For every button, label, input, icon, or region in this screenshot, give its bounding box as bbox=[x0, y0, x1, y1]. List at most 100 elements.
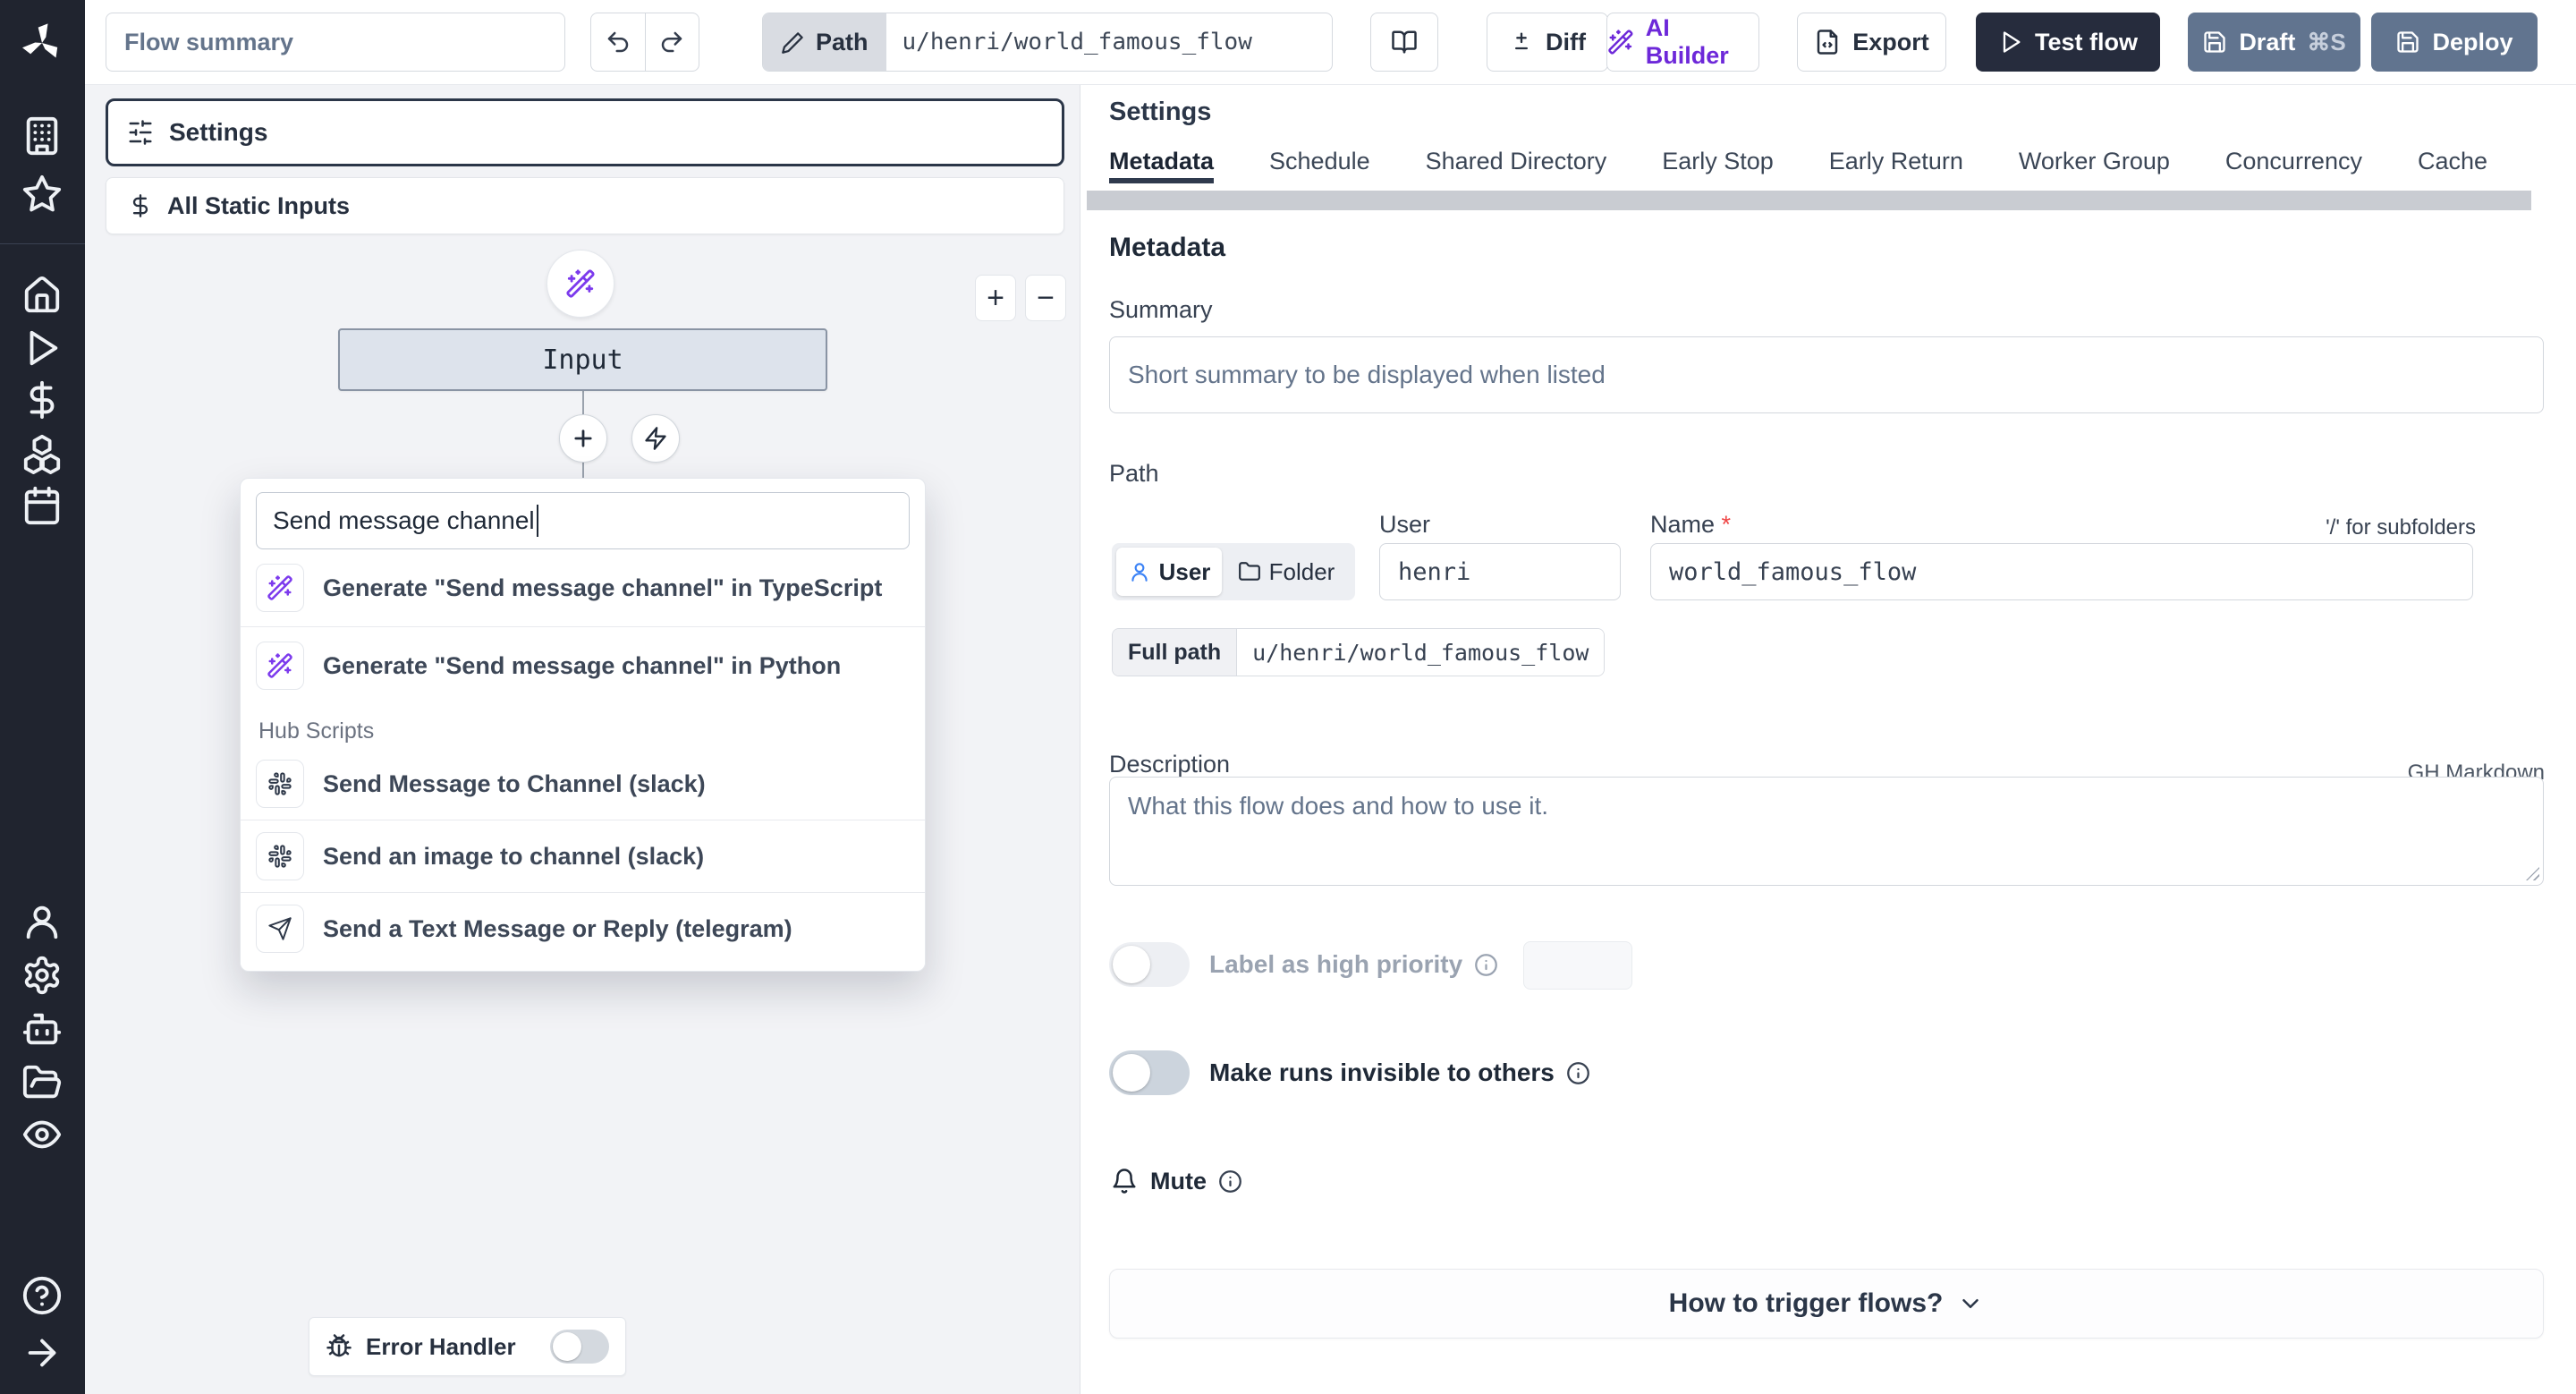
runs-play-icon[interactable] bbox=[21, 327, 63, 369]
resources-boxes-icon[interactable] bbox=[21, 433, 63, 474]
wand-icon bbox=[256, 564, 304, 612]
docs-button[interactable] bbox=[1370, 13, 1438, 72]
info-icon[interactable] bbox=[1566, 1061, 1590, 1085]
tab-concurrency[interactable]: Concurrency bbox=[2225, 139, 2362, 183]
summary-label: Summary bbox=[1109, 296, 1213, 323]
tab-metadata[interactable]: Metadata bbox=[1109, 139, 1215, 183]
how-to-trigger-flows-button[interactable]: How to trigger flows? bbox=[1109, 1269, 2544, 1339]
redo-button[interactable] bbox=[646, 13, 699, 71]
workers-bot-icon[interactable] bbox=[21, 1008, 63, 1050]
input-node[interactable]: Input bbox=[338, 328, 827, 391]
owner-kind-toggle: User Folder bbox=[1112, 543, 1355, 600]
result-label: Send an image to channel (slack) bbox=[323, 842, 705, 870]
diff-icon bbox=[1515, 32, 1528, 50]
description-label: Description bbox=[1109, 751, 1231, 778]
add-step-button[interactable] bbox=[559, 414, 607, 463]
plus-icon bbox=[574, 429, 592, 447]
error-handler-node[interactable]: Error Handler bbox=[309, 1317, 626, 1376]
draft-label: Draft bbox=[2239, 28, 2296, 55]
result-label: Generate "Send message channel" in Pytho… bbox=[323, 651, 842, 679]
user-input[interactable] bbox=[1379, 543, 1621, 600]
invisible-runs-toggle[interactable] bbox=[1109, 1050, 1190, 1095]
info-icon[interactable] bbox=[1474, 953, 1498, 977]
result-slack-send-message[interactable]: Send Message to Channel (slack) bbox=[241, 748, 925, 820]
folders-icon[interactable] bbox=[21, 1062, 63, 1103]
full-path-label: Full path bbox=[1113, 629, 1238, 676]
zoom-in-button[interactable]: + bbox=[975, 275, 1016, 321]
tabs-scrollbar[interactable] bbox=[1087, 191, 2531, 210]
high-priority-row: Label as high priority bbox=[1109, 942, 1498, 987]
tab-early-return[interactable]: Early Return bbox=[1829, 139, 1963, 183]
tab-early-stop[interactable]: Early Stop bbox=[1662, 139, 1774, 183]
users-icon[interactable] bbox=[21, 901, 63, 942]
add-trigger-button[interactable] bbox=[631, 414, 680, 463]
step-picker-dropdown: Send message channel Generate "Send mess… bbox=[240, 478, 926, 972]
flow-settings-button[interactable]: Settings bbox=[106, 98, 1064, 166]
description-textarea[interactable] bbox=[1109, 777, 2544, 886]
dollar-icon bbox=[132, 194, 148, 217]
path-value-input[interactable]: u/henri/world_famous_flow bbox=[886, 13, 1332, 71]
slack-icon bbox=[256, 760, 304, 808]
result-slack-send-image[interactable]: Send an image to channel (slack) bbox=[241, 820, 925, 892]
favorites-star-icon[interactable] bbox=[21, 174, 63, 215]
flow-summary-input[interactable] bbox=[106, 13, 565, 72]
error-handler-toggle[interactable] bbox=[550, 1330, 609, 1364]
wand-sparkles-icon bbox=[566, 269, 595, 298]
tab-schedule[interactable]: Schedule bbox=[1269, 139, 1370, 183]
owner-kind-folder-label: Folder bbox=[1268, 557, 1335, 585]
sliders-icon bbox=[129, 120, 152, 145]
home-icon[interactable] bbox=[21, 275, 63, 316]
info-icon[interactable] bbox=[1218, 1169, 1242, 1194]
redo-icon bbox=[662, 31, 682, 53]
test-flow-button[interactable]: Test flow bbox=[1976, 13, 2160, 72]
result-generate-typescript[interactable]: Generate "Send message channel" in TypeS… bbox=[241, 549, 925, 626]
windmill-logo-icon[interactable] bbox=[19, 20, 65, 66]
book-open-icon bbox=[1392, 30, 1417, 54]
mute-label: Mute bbox=[1150, 1167, 1207, 1194]
audit-eye-icon[interactable] bbox=[21, 1114, 63, 1155]
expand-sidebar-arrow-icon[interactable] bbox=[21, 1332, 63, 1373]
edit-path-button[interactable]: Path bbox=[763, 13, 886, 71]
name-input[interactable] bbox=[1650, 543, 2473, 600]
sidebar bbox=[0, 0, 85, 1394]
zoom-out-button[interactable]: − bbox=[1025, 275, 1066, 321]
name-label: Name * bbox=[1650, 511, 1732, 538]
result-generate-python[interactable]: Generate "Send message channel" in Pytho… bbox=[241, 627, 925, 704]
export-button[interactable]: Export bbox=[1797, 13, 1946, 72]
summary-input[interactable] bbox=[1109, 336, 2544, 413]
priority-value-input[interactable] bbox=[1523, 941, 1632, 990]
help-icon[interactable] bbox=[21, 1275, 63, 1316]
full-path-value: u/henri/world_famous_flow bbox=[1237, 629, 1605, 676]
hub-scripts-section-label: Hub Scripts bbox=[258, 718, 375, 744]
bell-icon[interactable] bbox=[1111, 1168, 1138, 1194]
owner-kind-user-button[interactable]: User bbox=[1116, 548, 1222, 596]
folder-icon bbox=[1238, 562, 1260, 581]
tab-shared-directory[interactable]: Shared Directory bbox=[1426, 139, 1607, 183]
path-section-label: Path bbox=[1109, 460, 1159, 487]
result-telegram-send-message[interactable]: Send a Text Message or Reply (telegram) bbox=[241, 893, 925, 965]
high-priority-toggle[interactable] bbox=[1109, 942, 1190, 987]
owner-kind-folder-button[interactable]: Folder bbox=[1222, 548, 1351, 596]
settings-gear-icon[interactable] bbox=[21, 955, 63, 996]
tab-worker-group[interactable]: Worker Group bbox=[2019, 139, 2170, 183]
result-label: Generate "Send message channel" in TypeS… bbox=[323, 574, 883, 601]
wand-icon bbox=[256, 642, 304, 690]
result-label: Send Message to Channel (slack) bbox=[323, 769, 706, 797]
ai-builder-label: AI Builder bbox=[1645, 14, 1729, 69]
step-search-input[interactable]: Send message channel bbox=[256, 492, 910, 549]
ai-flow-builder-button[interactable] bbox=[547, 250, 614, 318]
ai-builder-button[interactable]: AI Builder bbox=[1606, 13, 1759, 72]
tab-cache[interactable]: Cache bbox=[2418, 139, 2487, 183]
all-static-inputs-button[interactable]: All Static Inputs bbox=[106, 177, 1064, 234]
workspace-building-icon[interactable] bbox=[21, 115, 63, 157]
test-flow-label: Test flow bbox=[2034, 28, 2138, 55]
settings-panel: Settings Metadata Schedule Shared Direct… bbox=[1081, 85, 2576, 1394]
diff-button[interactable]: Diff bbox=[1487, 13, 1608, 72]
draft-shortcut: ⌘S bbox=[2307, 28, 2346, 55]
draft-button[interactable]: Draft ⌘S bbox=[2188, 13, 2360, 72]
deploy-button[interactable]: Deploy bbox=[2371, 13, 2538, 72]
undo-button[interactable] bbox=[591, 13, 646, 71]
schedules-calendar-icon[interactable] bbox=[21, 485, 63, 526]
variables-dollar-icon[interactable] bbox=[21, 379, 63, 421]
invisible-runs-row: Make runs invisible to others bbox=[1109, 1050, 1590, 1095]
